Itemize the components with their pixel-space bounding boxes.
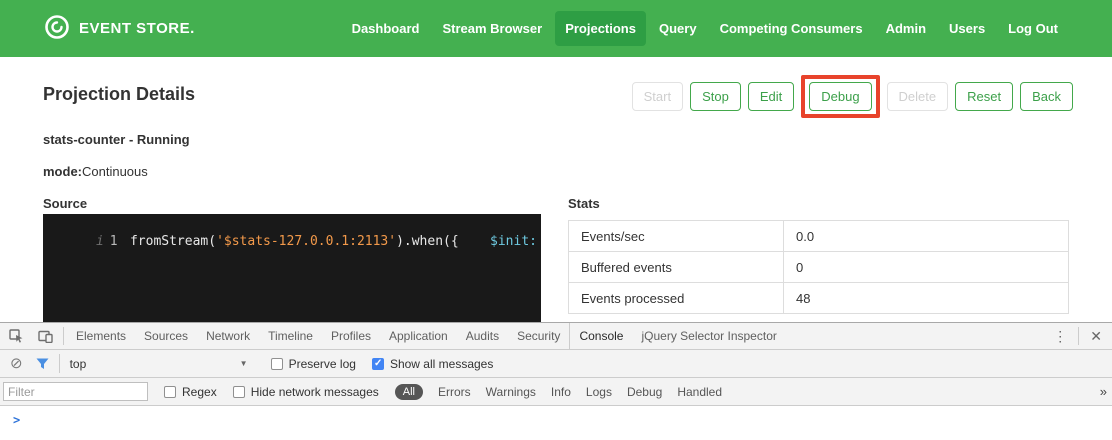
code-segment: ).when({ [396,234,459,249]
debug-highlight-annotation: Debug [801,75,879,118]
execution-context-selector[interactable]: top ▼ [63,357,255,371]
checkbox-unchecked[interactable] [164,386,176,398]
show-all-messages-checkbox[interactable]: Show all messages [372,357,493,371]
tab-sources[interactable]: Sources [135,323,197,349]
code-segment-atom: $init: [490,234,537,249]
source-heading: Source [43,196,87,211]
devtools-panel: Elements Sources Network Timeline Profil… [0,322,1112,440]
mode-value: Continuous [82,164,148,179]
table-row: Events/sec 0.0 [569,221,1069,252]
level-filter-warnings[interactable]: Warnings [486,385,536,399]
divider [63,327,64,345]
action-buttons: Start Stop Edit Debug Delete Reset Back [632,72,1073,120]
code-line: fromStream('$stats-127.0.0.1:2113').when… [79,214,541,322]
devtools-menu-icon[interactable]: ⋮ [1045,328,1075,345]
navbar: EVENT STORE. Dashboard Stream Browser Pr… [0,0,1112,57]
editor-gutter: i1 [43,214,79,322]
edit-button[interactable]: Edit [748,82,794,111]
nav-item-users[interactable]: Users [939,11,995,46]
context-value: top [70,357,87,371]
level-filter-info[interactable]: Info [551,385,571,399]
console-filter-bar: Regex Hide network messages All Errors W… [0,378,1112,406]
preserve-log-label: Preserve log [289,357,356,371]
preserve-log-checkbox[interactable]: Preserve log [271,357,356,371]
tab-timeline[interactable]: Timeline [259,323,322,349]
mode-label: mode: [43,164,82,179]
nav-item-dashboard[interactable]: Dashboard [342,11,430,46]
tab-audits[interactable]: Audits [457,323,508,349]
page-title: Projection Details [43,84,195,105]
devtools-tab-bar: Elements Sources Network Timeline Profil… [0,323,1112,350]
tab-console[interactable]: Console [569,323,632,349]
nav-item-stream-browser[interactable]: Stream Browser [432,11,552,46]
eventstore-logo-icon [44,14,70,44]
stats-table: Events/sec 0.0 Buffered events 0 Events … [568,220,1069,314]
checkbox-unchecked[interactable] [271,358,283,370]
nav-item-query[interactable]: Query [649,11,707,46]
divider [1078,327,1079,345]
stat-value: 0 [784,252,1069,283]
clear-console-icon[interactable]: ⊘ [4,356,29,371]
tab-profiles[interactable]: Profiles [322,323,380,349]
stat-label: Events/sec [569,221,784,252]
level-filter-debug[interactable]: Debug [627,385,662,399]
source-code-editor[interactable]: i1 fromStream('$stats-127.0.0.1:2113').w… [43,214,541,322]
brand-label: EVENT STORE. [79,20,195,37]
code-segment [459,234,490,249]
inspect-element-icon[interactable] [2,329,31,343]
checkbox-checked[interactable] [372,358,384,370]
devtools-close-icon[interactable]: ✕ [1082,328,1110,345]
stat-value: 0.0 [784,221,1069,252]
level-filter-handled[interactable]: Handled [677,385,722,399]
divider [59,354,60,373]
stat-label: Events processed [569,283,784,314]
nav-item-admin[interactable]: Admin [876,11,936,46]
mode-line: mode:Continuous [43,164,148,179]
tab-application[interactable]: Application [380,323,457,349]
hide-network-messages-label: Hide network messages [251,385,379,399]
regex-label: Regex [182,385,217,399]
debug-button[interactable]: Debug [809,82,871,111]
back-button[interactable]: Back [1020,82,1073,111]
overflow-chevron-icon[interactable]: » [1097,384,1110,399]
hide-network-messages-checkbox[interactable]: Hide network messages [233,385,379,399]
delete-button[interactable]: Delete [887,82,949,111]
console-output-area[interactable]: > [0,406,1112,440]
regex-checkbox[interactable]: Regex [164,385,217,399]
nav-items: Dashboard Stream Browser Projections Que… [342,11,1068,46]
nav-item-competing-consumers[interactable]: Competing Consumers [710,11,873,46]
tab-network[interactable]: Network [197,323,259,349]
level-filter-logs[interactable]: Logs [586,385,612,399]
nav-item-logout[interactable]: Log Out [998,11,1068,46]
tab-elements[interactable]: Elements [67,323,135,349]
stat-label: Buffered events [569,252,784,283]
device-toolbar-icon[interactable] [31,330,60,343]
console-toolbar: ⊘ top ▼ Preserve log Show all messages [0,350,1112,378]
nav-item-projections[interactable]: Projections [555,11,646,46]
table-row: Buffered events 0 [569,252,1069,283]
stats-heading: Stats [568,196,600,211]
chevron-down-icon: ▼ [240,359,248,368]
level-filter-all[interactable]: All [395,384,423,400]
checkbox-unchecked[interactable] [233,386,245,398]
table-row: Events processed 48 [569,283,1069,314]
filter-input[interactable] [3,382,148,401]
start-button[interactable]: Start [632,82,683,111]
brand[interactable]: EVENT STORE. [44,14,195,44]
level-filter-errors[interactable]: Errors [438,385,471,399]
tab-jquery-selector-inspector[interactable]: jQuery Selector Inspector [632,323,785,349]
stat-value: 48 [784,283,1069,314]
tab-security[interactable]: Security [508,323,569,349]
screen: EVENT STORE. Dashboard Stream Browser Pr… [0,0,1112,440]
code-segment: fromStream( [130,234,216,249]
projection-status: stats-counter - Running [43,132,190,147]
show-all-messages-label: Show all messages [390,357,493,371]
code-segment [537,234,541,249]
console-prompt-chevron[interactable]: > [13,413,20,427]
stop-button[interactable]: Stop [690,82,741,111]
code-segment-string: '$stats-127.0.0.1:2113' [216,234,396,249]
filter-funnel-icon[interactable] [29,358,56,370]
reset-button[interactable]: Reset [955,82,1013,111]
